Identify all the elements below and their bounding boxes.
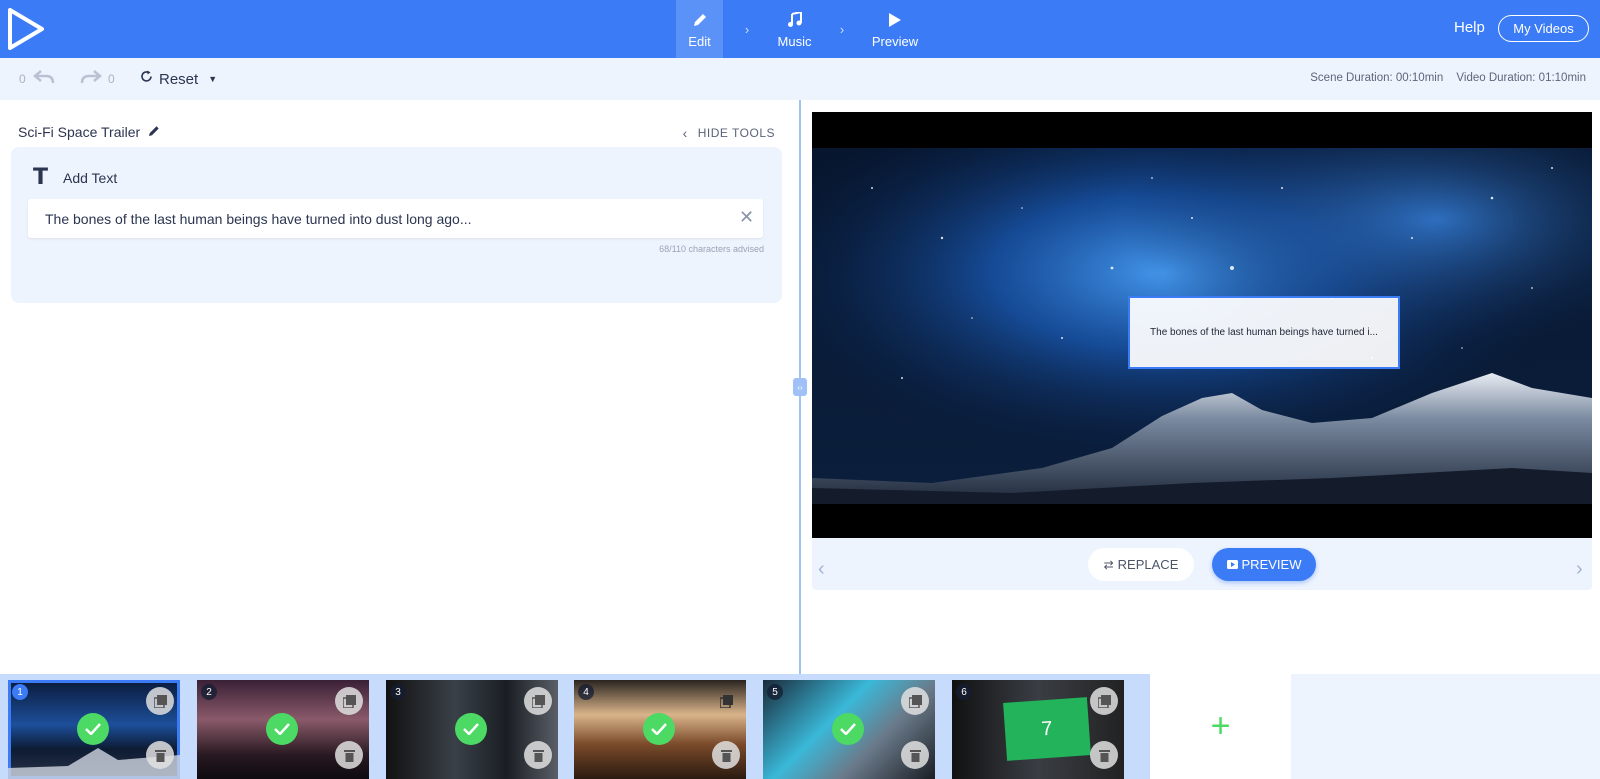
duplicate-scene-icon[interactable]	[1090, 687, 1118, 715]
preview-label: PREVIEW	[1241, 557, 1302, 572]
wizard-steps: Edit › Music › Preview	[676, 0, 924, 58]
plus-icon: +	[1210, 707, 1231, 745]
scene-thumbnail[interactable]: 1	[8, 680, 180, 779]
add-scene-button[interactable]: +	[1150, 674, 1291, 779]
duplicate-scene-icon[interactable]	[524, 687, 552, 715]
checkmark-icon	[643, 713, 675, 745]
scene-duration: Scene Duration: 00:10min	[1310, 72, 1444, 84]
my-videos-button[interactable]: My Videos	[1498, 15, 1589, 42]
pencil-icon	[693, 9, 707, 31]
swap-icon: ⇄	[1103, 557, 1114, 572]
add-text-header: T Add Text	[33, 165, 117, 190]
app-logo-icon[interactable]	[6, 6, 46, 52]
previous-scene-icon[interactable]: ‹	[818, 558, 825, 581]
scene-text-card: 7	[1003, 697, 1091, 761]
undo-icon[interactable]	[32, 69, 55, 90]
scene-preview-panel: The bones of the last human beings have …	[812, 112, 1592, 590]
scene-number: 1	[12, 684, 28, 700]
edit-toolbar: 0 0 Reset ▼ Scene Duration: 00:10min Vid…	[0, 58, 1600, 100]
clear-text-icon[interactable]: ✕	[739, 207, 754, 228]
video-duration: Video Duration: 01:10min	[1456, 72, 1586, 84]
hide-tools-label: HIDE TOOLS	[697, 126, 775, 140]
step-preview[interactable]: Preview	[866, 0, 924, 58]
duplicate-scene-icon[interactable]	[712, 687, 740, 715]
scene-thumbnail[interactable]: 5	[763, 680, 935, 779]
scene-number: 2	[201, 684, 217, 700]
step-edit-label: Edit	[688, 34, 711, 49]
redo-count: 0	[108, 72, 115, 86]
scene-number: 3	[390, 684, 406, 700]
step-music[interactable]: Music	[771, 0, 818, 58]
undo-group[interactable]: 0	[19, 58, 55, 100]
delete-scene-icon[interactable]	[1090, 741, 1118, 769]
delete-scene-icon[interactable]	[146, 741, 174, 769]
resize-handle-icon[interactable]: ‹›	[793, 378, 807, 396]
hide-tools-button[interactable]: ‹ HIDE TOOLS	[683, 125, 775, 141]
step-edit[interactable]: Edit	[676, 0, 723, 58]
scene-thumbnail[interactable]: 3	[386, 680, 558, 779]
preview-button[interactable]: PREVIEW	[1212, 548, 1316, 581]
step-preview-label: Preview	[871, 34, 919, 49]
music-note-icon	[787, 9, 803, 31]
checkmark-icon	[77, 713, 109, 745]
checkmark-icon	[832, 713, 864, 745]
delete-scene-icon[interactable]	[712, 741, 740, 769]
filmstrip-empty-area	[1291, 674, 1600, 779]
add-text-label: Add Text	[63, 169, 118, 186]
help-link[interactable]: Help	[1454, 19, 1485, 36]
caret-down-icon[interactable]: ▼	[208, 74, 217, 84]
scene-thumbnail[interactable]: 2	[197, 680, 369, 779]
scene-text-input[interactable]	[28, 199, 763, 238]
video-canvas[interactable]: The bones of the last human beings have …	[812, 112, 1592, 538]
replace-label: REPLACE	[1117, 557, 1179, 572]
editor-panel: Sci-Fi Space Trailer ‹ HIDE TOOLS T Add …	[0, 100, 799, 674]
redo-icon[interactable]	[80, 69, 102, 90]
duplicate-scene-icon[interactable]	[901, 687, 929, 715]
scene-thumbnail[interactable]: 7 6	[952, 680, 1124, 779]
scene-number: 4	[578, 684, 594, 700]
replace-button[interactable]: ⇄ REPLACE	[1088, 548, 1194, 581]
play-icon	[888, 9, 902, 31]
checkmark-icon	[266, 713, 298, 745]
redo-group[interactable]: 0	[80, 58, 115, 100]
scene-thumbnail[interactable]: 4	[574, 680, 746, 779]
step-music-label: Music	[777, 34, 812, 49]
duplicate-scene-icon[interactable]	[335, 687, 363, 715]
delete-scene-icon[interactable]	[524, 741, 552, 769]
chevron-left-icon: ‹	[682, 125, 688, 141]
top-bar: Edit › Music › Preview Help My Videos	[0, 0, 1600, 58]
next-scene-icon[interactable]: ›	[1576, 558, 1583, 581]
reset-icon	[140, 70, 153, 88]
delete-scene-icon[interactable]	[335, 741, 363, 769]
scene-filmstrip: 1 2 3 4 5 7 6	[0, 674, 1150, 779]
project-title-text: Sci-Fi Space Trailer	[18, 124, 141, 140]
project-title[interactable]: Sci-Fi Space Trailer	[18, 124, 160, 140]
chevron-right-icon: ›	[839, 21, 845, 37]
checkmark-icon	[455, 713, 487, 745]
scene-number: 6	[956, 684, 972, 700]
video-icon	[1226, 557, 1238, 572]
edit-pencil-icon[interactable]	[148, 124, 160, 140]
duplicate-scene-icon[interactable]	[146, 687, 174, 715]
duration-info: Scene Duration: 00:10min Video Duration:…	[1310, 72, 1586, 84]
delete-scene-icon[interactable]	[901, 741, 929, 769]
reset-label: Reset	[159, 70, 199, 88]
chevron-right-icon: ›	[744, 21, 750, 37]
undo-count: 0	[19, 72, 26, 86]
text-type-icon: T	[33, 165, 49, 190]
add-text-card: T Add Text ✕ 68/110 characters advised	[11, 147, 782, 303]
character-count-hint: 68/110 characters advised	[659, 244, 764, 254]
reset-button[interactable]: Reset ▼	[140, 58, 217, 100]
scene-number: 5	[767, 684, 783, 700]
scene-text-overlay[interactable]: The bones of the last human beings have …	[1128, 296, 1400, 369]
